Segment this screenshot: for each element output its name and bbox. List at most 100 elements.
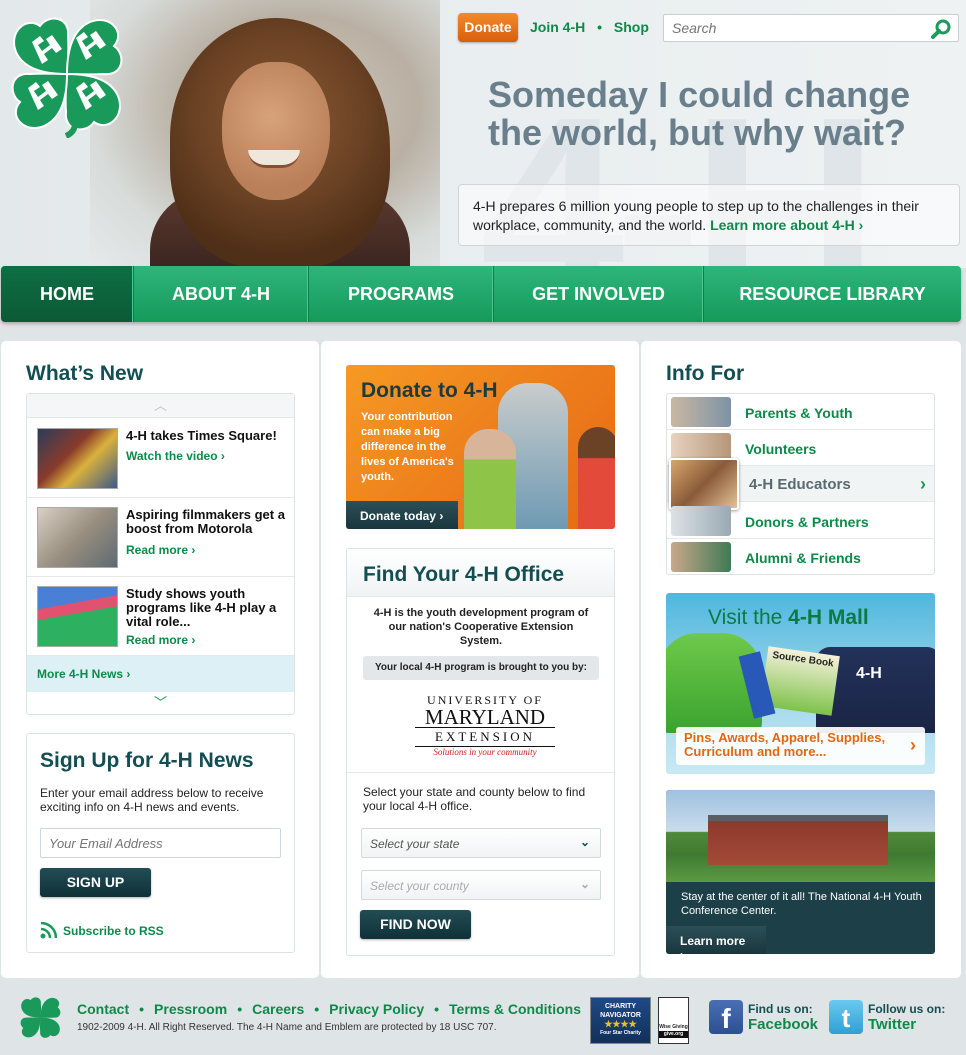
footer-contact-link[interactable]: Contact — [77, 1001, 129, 1017]
4h-clover-logo[interactable] — [6, 12, 128, 138]
chevron-down-icon: ⌄ — [579, 835, 590, 849]
footer-terms-link[interactable]: Terms & Conditions — [449, 1001, 581, 1017]
info-item-label: Parents & Youth — [745, 405, 853, 421]
conference-text: Stay at the center of it all! The Nation… — [681, 891, 922, 917]
conference-center-building — [708, 815, 888, 865]
state-select-value: Select your state — [370, 837, 460, 851]
facebook-label-small: Find us on: — [748, 1002, 813, 1016]
nav-get-involved[interactable]: GET INVOLVED — [494, 266, 704, 322]
county-select[interactable]: Select your county ⌄ — [361, 870, 601, 900]
footer-links: Contact • Pressroom • Careers • Privacy Policy… — [77, 1001, 581, 1017]
intro-box: 4-H prepares 6 million young people to s… — [458, 184, 960, 246]
find-now-button[interactable]: FIND NOW — [360, 910, 471, 939]
join-4h-link[interactable]: Join 4-H — [530, 19, 585, 35]
more-4h-news-link[interactable]: More 4-H News › — [27, 656, 294, 692]
4h-mall-banner[interactable]: Visit the 4-H Mall 4-H Source Book Pins,… — [666, 593, 935, 774]
watch-video-link[interactable]: Watch the video › — [126, 449, 225, 463]
info-for-list: Parents & Youth Volunteers 4-H Educators… — [666, 393, 935, 575]
donate-photo-boy — [464, 429, 516, 529]
chevron-down-icon: ⌄ — [579, 877, 590, 891]
hero-headline: Someday I could change the world, but wh… — [488, 74, 911, 153]
separator-dot: • — [139, 1001, 145, 1017]
alumni-friends-thumbnail — [671, 542, 731, 572]
charity-navigator-badge[interactable]: CHARITY NAVIGATOR ★★★★ Four Star Charity — [590, 997, 651, 1044]
rss-icon[interactable] — [40, 922, 57, 939]
read-more-link[interactable]: Read more › — [126, 543, 195, 557]
twitter-link[interactable]: Twitter — [868, 1016, 916, 1033]
info-for-title: Info For — [666, 362, 745, 385]
signup-text: Enter your email address below to receiv… — [40, 786, 264, 814]
umd-logo-line2: MARYLAND — [415, 707, 555, 728]
info-item-4h-educators[interactable]: 4-H Educators › — [667, 458, 934, 510]
info-item-parents-youth[interactable]: Parents & Youth — [667, 394, 934, 430]
charity-navigator-line1: CHARITY — [604, 1003, 637, 1010]
divider — [347, 772, 614, 773]
mall-tshirt-text: 4-H — [856, 665, 882, 682]
study-chart-thumbnail — [37, 586, 118, 647]
info-item-alumni-friends[interactable]: Alumni & Friends — [667, 539, 934, 575]
find-office-title: Find Your 4-H Office — [363, 563, 565, 586]
footer-pressroom-link[interactable]: Pressroom — [154, 1001, 227, 1017]
mall-caption: Pins, Awards, Apparel, Supplies, Curricu… — [676, 727, 925, 765]
separator-dot: • — [314, 1001, 320, 1017]
umd-logo-tagline: Solutions in your community — [433, 747, 537, 757]
scroll-down-icon[interactable]: ﹀ — [27, 692, 294, 714]
bbb-line1: Wise Giving — [659, 1024, 688, 1030]
nav-programs[interactable]: PROGRAMS — [309, 266, 494, 322]
news-title: 4-H takes Times Square! — [126, 428, 277, 443]
shop-link[interactable]: Shop — [614, 19, 649, 35]
select-instructions: Select your state and county below to fi… — [363, 785, 586, 813]
mall-title-bold: 4-H Mall — [788, 606, 869, 629]
umd-extension-logo[interactable]: UNIVERSITY OF MARYLAND EXTENSION Solutio… — [415, 693, 555, 757]
facebook-icon[interactable]: f — [709, 1000, 743, 1034]
twitter-icon[interactable]: t — [829, 1000, 863, 1034]
donors-partners-thumbnail — [671, 506, 731, 536]
footer-careers-link[interactable]: Careers — [252, 1001, 304, 1017]
parents-youth-thumbnail — [671, 397, 731, 427]
top-links: Join 4-H • Shop — [530, 19, 657, 35]
chevron-right-icon: › — [920, 474, 926, 494]
twitter-label-small: Follow us on: — [868, 1002, 946, 1016]
read-more-link[interactable]: Read more › — [126, 633, 195, 647]
info-item-donors-partners[interactable]: Donors & Partners — [667, 503, 934, 539]
email-field[interactable] — [40, 828, 281, 858]
subscribe-rss-link[interactable]: Subscribe to RSS — [63, 924, 164, 938]
sign-up-button[interactable]: SIGN UP — [40, 868, 151, 897]
nav-resource-library[interactable]: RESOURCE LIBRARY — [704, 266, 961, 322]
bbb-line2: give.org — [659, 1031, 688, 1038]
bbb-wise-giving-badge[interactable]: Wise Giving give.org — [658, 997, 689, 1044]
nav-about-4h[interactable]: ABOUT 4-H — [134, 266, 309, 322]
news-title: Aspiring filmmakers get a boost from Mot… — [126, 507, 285, 536]
learn-more-button[interactable]: Learn more › — [666, 926, 766, 954]
whats-new-title: What’s New — [26, 362, 144, 385]
donate-banner[interactable]: Donate to 4-H Your contribution can make… — [346, 365, 615, 529]
learn-more-about-4h-link[interactable]: Learn more about 4-H › — [710, 217, 863, 233]
state-select[interactable]: Select your state ⌄ — [361, 828, 601, 858]
separator-dot: • — [597, 19, 603, 35]
news-item[interactable]: 4-H takes Times Square! Watch the video … — [27, 419, 294, 498]
donate-photo-child — [578, 427, 615, 529]
mall-title-pre: Visit the — [708, 606, 783, 629]
info-item-label: 4-H Educators — [749, 476, 851, 493]
scroll-up-icon[interactable]: ︿ — [27, 394, 294, 418]
news-item[interactable]: Study shows youth programs like 4-H play… — [27, 577, 294, 656]
search-icon[interactable] — [930, 18, 952, 40]
4h-clover-footer-logo[interactable] — [18, 995, 63, 1041]
footer-privacy-link[interactable]: Privacy Policy — [329, 1001, 424, 1017]
info-item-label: Alumni & Friends — [745, 550, 861, 566]
facebook-link[interactable]: Facebook — [748, 1016, 818, 1033]
copyright: 1902-2009 4-H. All Right Reserved. The 4… — [77, 1022, 497, 1033]
info-item-label: Donors & Partners — [745, 514, 869, 530]
county-select-value: Select your county — [370, 879, 469, 893]
find-office-text: 4-H is the youth development program of … — [373, 607, 589, 647]
separator-dot: • — [434, 1001, 440, 1017]
umd-logo-line3: EXTENSION — [415, 728, 555, 747]
times-square-thumbnail — [37, 428, 118, 489]
conference-center-banner[interactable]: Stay at the center of it all! The Nation… — [666, 790, 935, 954]
donate-button[interactable]: Donate — [458, 13, 518, 42]
news-item[interactable]: Aspiring filmmakers get a boost from Mot… — [27, 498, 294, 577]
donate-today-button[interactable]: Donate today › — [346, 501, 458, 529]
mall-title: Visit the 4-H Mall — [708, 606, 869, 630]
nav-home[interactable]: HOME — [1, 266, 134, 322]
search-input[interactable] — [664, 15, 924, 41]
